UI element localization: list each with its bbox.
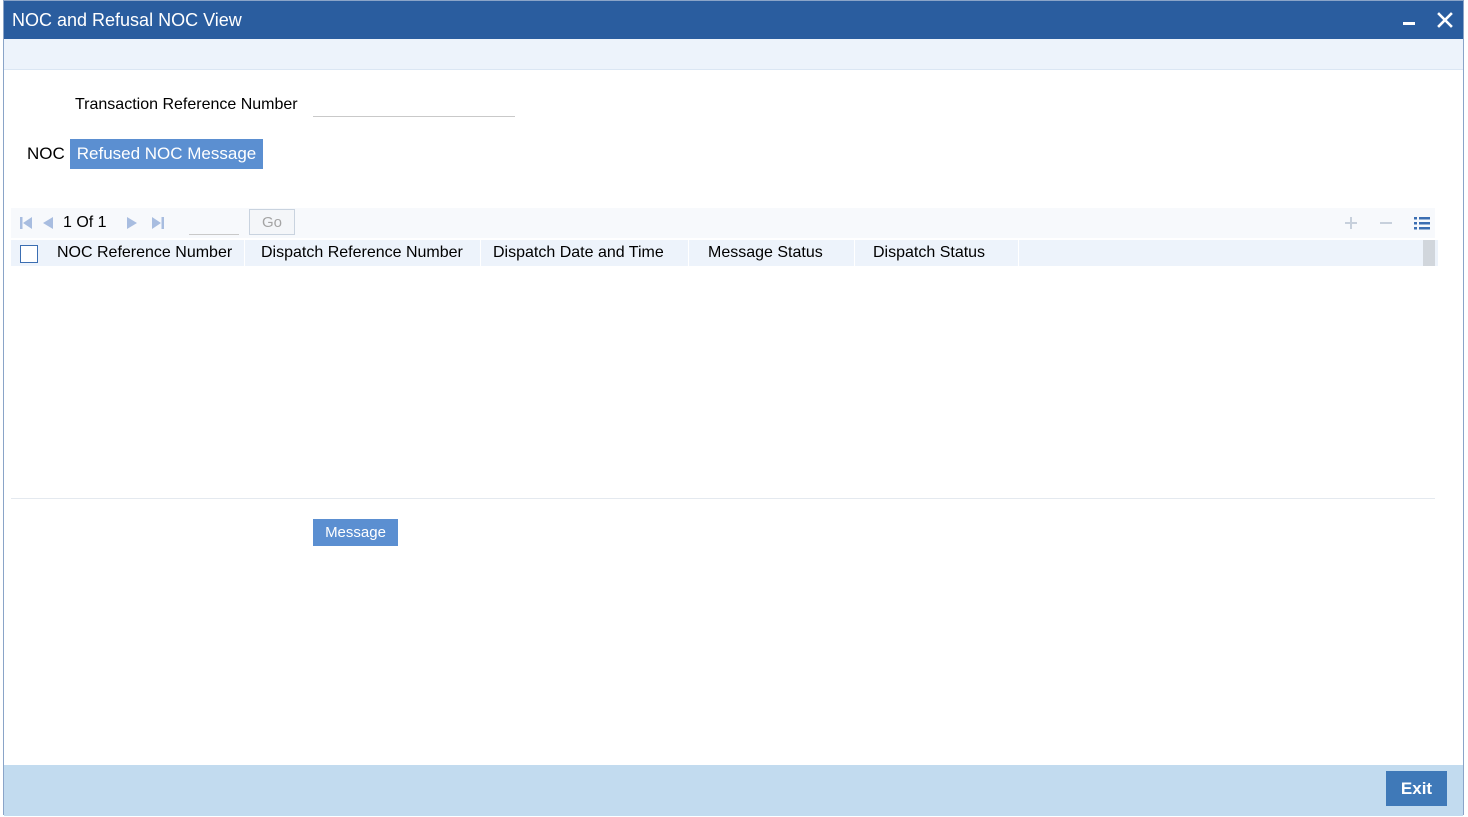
column-header-dispatch-status[interactable]: Dispatch Status	[857, 240, 1019, 266]
select-all-checkbox[interactable]	[20, 245, 38, 263]
title-bar: NOC and Refusal NOC View	[4, 1, 1463, 39]
next-page-button[interactable]	[123, 208, 141, 238]
last-page-icon	[152, 217, 164, 229]
plus-icon	[1345, 217, 1357, 229]
noc-grid: 1 Of 1 Go NOC Reference Number Dispatch …	[11, 208, 1438, 499]
column-header-noc-reference[interactable]: NOC Reference Number	[47, 240, 245, 266]
close-icon	[1437, 12, 1453, 28]
grid-pager: 1 Of 1 Go	[11, 208, 1435, 238]
page-indicator: 1 Of 1	[63, 214, 107, 231]
footer-bar: Exit	[4, 765, 1463, 816]
last-page-button[interactable]	[149, 208, 167, 238]
column-header-message-status[interactable]: Message Status	[691, 240, 855, 266]
previous-page-button[interactable]	[39, 208, 57, 238]
toolbar-strip	[4, 39, 1463, 70]
column-header-dispatch-date-time[interactable]: Dispatch Date and Time	[483, 240, 689, 266]
first-page-button[interactable]	[17, 208, 35, 238]
single-view-button[interactable]	[1411, 208, 1433, 238]
grid-header-row: NOC Reference Number Dispatch Reference …	[11, 240, 1438, 266]
add-row-button[interactable]	[1340, 208, 1362, 238]
transaction-reference-label: Transaction Reference Number	[75, 96, 298, 113]
noc-view-window: NOC and Refusal NOC View Transaction Ref…	[3, 0, 1464, 816]
transaction-reference-input[interactable]	[313, 93, 515, 117]
message-button[interactable]: Message	[313, 519, 398, 546]
delete-row-button[interactable]	[1375, 208, 1397, 238]
grid-scrollbar[interactable]	[1423, 240, 1435, 266]
close-button[interactable]	[1432, 7, 1458, 33]
minimize-button[interactable]	[1396, 7, 1422, 33]
first-page-icon	[20, 217, 32, 229]
column-header-dispatch-reference[interactable]: Dispatch Reference Number	[251, 240, 481, 266]
previous-page-icon	[43, 217, 53, 229]
tab-refused-noc-message[interactable]: Refused NOC Message	[70, 139, 263, 169]
list-view-icon	[1414, 217, 1430, 230]
next-page-icon	[127, 217, 137, 229]
exit-button[interactable]: Exit	[1386, 771, 1447, 806]
page-number-input[interactable]	[189, 211, 239, 235]
go-button[interactable]: Go	[249, 209, 295, 235]
tab-noc[interactable]: NOC	[27, 144, 65, 164]
minus-icon	[1380, 222, 1392, 224]
minimize-icon	[1403, 22, 1415, 25]
window-title: NOC and Refusal NOC View	[12, 10, 242, 30]
